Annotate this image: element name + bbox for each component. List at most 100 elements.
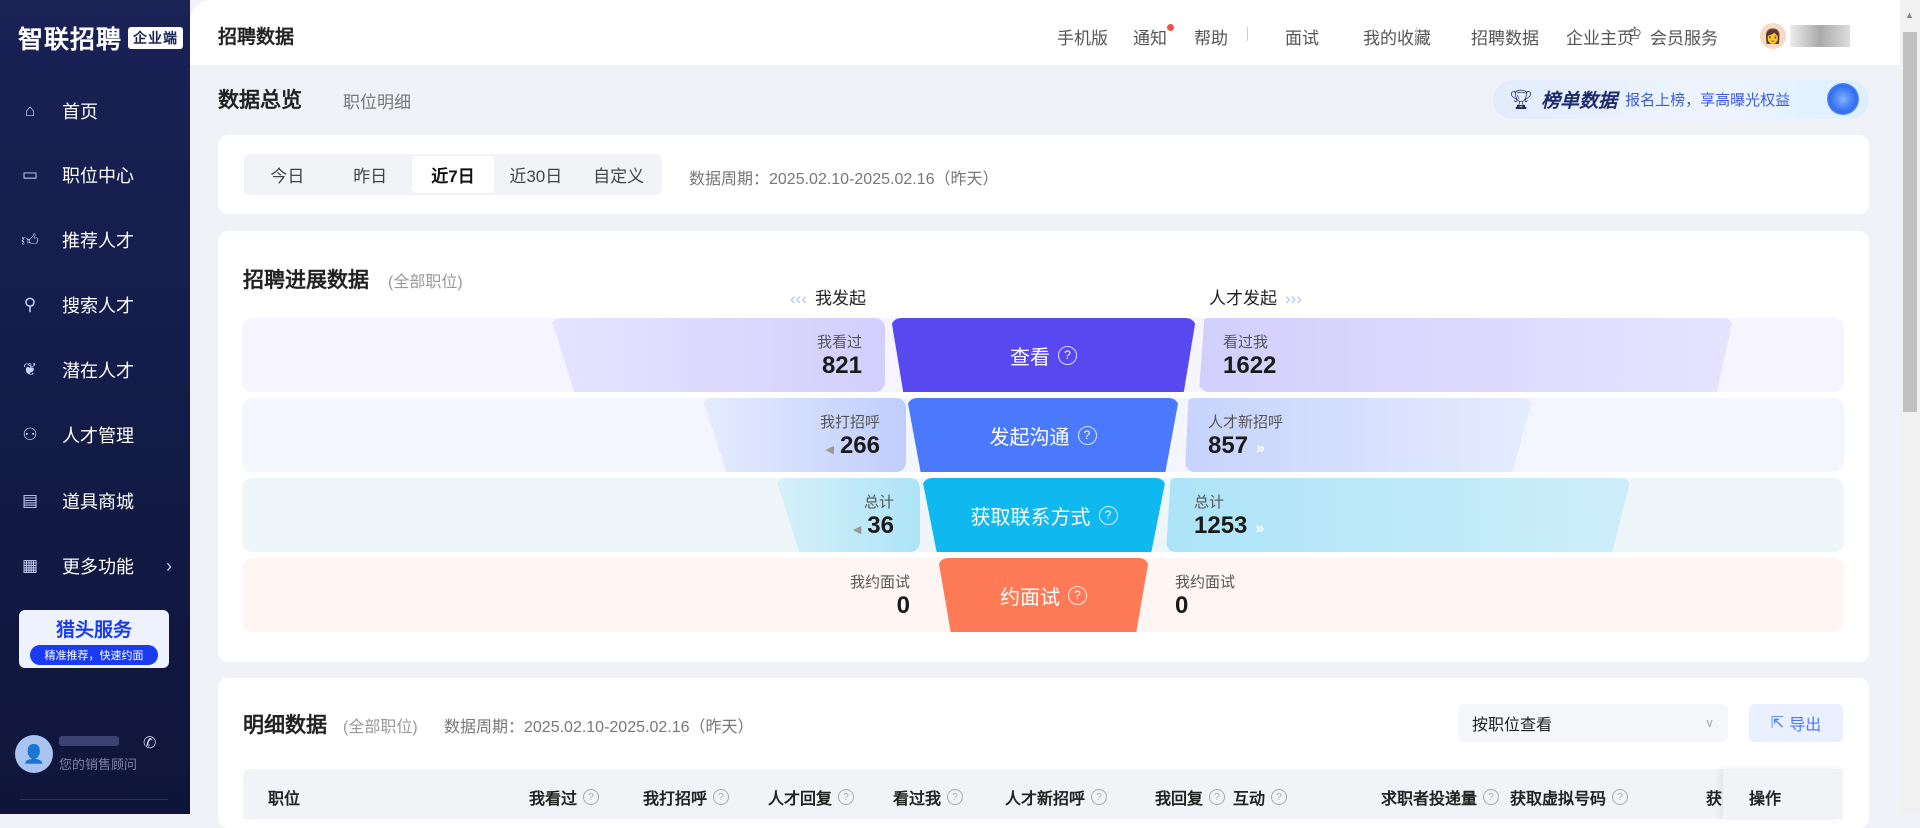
sidebar: 智联招聘 企业端 ⌂ 首页 ▭ 职位中心 👍︎ 推荐人才 ⚲ 搜索人才 ❦ 潜在人才 ⚇ 人才…	[0, 0, 190, 814]
double-chevron-right-icon: »	[1256, 440, 1265, 457]
stat-label: 人才新招呼	[1208, 414, 1284, 431]
col-interaction: 互动?	[1233, 785, 1288, 809]
scroll-up-icon[interactable]: ▲	[1905, 10, 1914, 20]
help-icon[interactable]: ?	[1058, 345, 1077, 365]
scrollbar-thumb[interactable]	[1903, 32, 1917, 412]
sidebar-item-store[interactable]: ▤ 道具商城	[0, 479, 190, 523]
nav-mobile[interactable]: 手机版	[1057, 24, 1108, 49]
col-viewed-me: 看过我?	[893, 785, 964, 809]
fixed-column-shadow	[1723, 769, 1843, 819]
nav-help[interactable]: 帮助	[1194, 24, 1228, 49]
caret-left-icon: ◀	[852, 524, 862, 536]
nav-recruit-data[interactable]: 招聘数据	[1471, 24, 1539, 49]
stage-contact[interactable]: 获取联系方式?	[922, 478, 1166, 552]
stage-label: 发起沟通	[989, 426, 1070, 449]
right-stat-chat[interactable]: 人才新招呼 857 »	[1208, 411, 1283, 460]
help-icon[interactable]: ?	[1271, 789, 1288, 805]
nav-interview[interactable]: 面试	[1285, 24, 1319, 49]
sidebar-item-more[interactable]: ▦ 更多功能 ›	[0, 544, 190, 588]
left-stat-view[interactable]: 我看过 821	[817, 331, 862, 380]
help-icon[interactable]: ?	[1077, 425, 1097, 445]
left-stat-contact[interactable]: 总计 ◀ 36	[853, 491, 894, 540]
help-icon[interactable]: ?	[947, 789, 964, 805]
tab-today[interactable]: 今日	[246, 156, 329, 193]
export-button[interactable]: ⇱ 导出	[1749, 704, 1843, 742]
col-label: 人才回复	[768, 791, 833, 808]
store-icon: ▤	[21, 491, 39, 510]
nav-notifications[interactable]: 通知	[1133, 24, 1167, 49]
headhunter-promo[interactable]: 猎头服务 精准推荐，快速约面	[19, 610, 169, 668]
sidebar-item-jobs[interactable]: ▭ 职位中心	[0, 153, 190, 197]
right-stat-contact[interactable]: 总计 1253 »	[1194, 491, 1264, 540]
tab-custom[interactable]: 自定义	[577, 156, 660, 193]
nav-company-home[interactable]: 企业主页	[1566, 24, 1634, 49]
users-icon: ⚇	[22, 425, 38, 444]
col-my-reply: 我回复?	[1155, 785, 1226, 809]
advisor-name-blurred	[59, 735, 119, 746]
right-stat-interview[interactable]: 我约面试 0	[1175, 571, 1235, 620]
phone-icon[interactable]: ✆	[143, 733, 156, 753]
scrollbar[interactable]: ▲	[1900, 0, 1920, 814]
sidebar-item-label: 潜在人才	[62, 361, 134, 381]
sidebar-item-search[interactable]: ⚲ 搜索人才	[0, 283, 190, 327]
help-icon[interactable]: ?	[1483, 789, 1500, 805]
sidebar-item-home[interactable]: ⌂ 首页	[0, 89, 190, 133]
sidebar-item-label: 首页	[62, 102, 98, 122]
stage-view[interactable]: 查看?	[891, 318, 1196, 392]
trophy-icon: 🏆︎	[1509, 89, 1534, 111]
detail-title: 明细数据	[243, 714, 327, 737]
advisor-avatar: 👤	[15, 735, 53, 773]
stat-label: 我约面试	[849, 574, 910, 591]
help-icon[interactable]: ?	[838, 789, 855, 805]
data-period: 数据周期：2025.02.10-2025.02.16（昨天）	[689, 171, 999, 188]
stat-value: 0	[896, 592, 910, 619]
tab-yesterday[interactable]: 昨日	[329, 156, 412, 193]
tab-job-detail[interactable]: 职位明细	[343, 88, 411, 113]
sprout-icon: ❦	[22, 360, 38, 379]
help-icon[interactable]: ?	[583, 789, 600, 805]
stage-interview[interactable]: 约面试?	[938, 558, 1149, 632]
sidebar-item-recommend[interactable]: 👍︎ 推荐人才	[0, 218, 190, 262]
ranking-banner[interactable]: 🏆︎ 榜单数据 报名上榜，享高曝光权益	[1493, 80, 1869, 119]
help-icon[interactable]: ?	[713, 789, 730, 805]
sidebar-item-talent-manage[interactable]: ⚇ 人才管理	[0, 413, 190, 457]
nav-favorites[interactable]: 我的收藏	[1363, 24, 1431, 49]
left-stat-chat[interactable]: 我打招呼 ◀ 266	[820, 411, 880, 460]
stage-label: 约面试	[1000, 586, 1060, 609]
col-virtual-number: 获取虚拟号码?	[1510, 785, 1629, 809]
help-icon[interactable]: ?	[1091, 789, 1108, 805]
sales-advisor[interactable]: 👤 您的销售顾问 ✆	[15, 735, 156, 773]
right-head: 人才发起 ›››	[1209, 284, 1302, 309]
logo-text: 智联招聘	[18, 26, 123, 54]
help-icon[interactable]: ?	[1068, 585, 1087, 605]
stat-label: 我约面试	[1175, 574, 1236, 591]
tab-overview[interactable]: 数据总览	[218, 84, 302, 114]
user-avatar[interactable]: 👩	[1760, 23, 1786, 49]
right-stat-view[interactable]: 看过我 1622	[1223, 331, 1276, 380]
funnel-scope: (全部职位)	[388, 274, 463, 291]
caret-left-icon: ◀	[825, 444, 834, 456]
help-icon[interactable]: ?	[1098, 505, 1118, 525]
nav-membership[interactable]: 会员服务	[1650, 24, 1718, 49]
user-name-blurred[interactable]	[1790, 25, 1850, 47]
col-talent-new-greet: 人才新招呼?	[1005, 785, 1108, 809]
banner-title: 榜单数据	[1541, 91, 1618, 112]
help-icon[interactable]: ?	[1209, 789, 1226, 805]
view-by-select[interactable]: 按职位查看 ∨	[1458, 704, 1728, 742]
chevron-right-icon: ›	[166, 555, 172, 576]
stat-value: 0	[1175, 592, 1189, 619]
tab-7days[interactable]: 近7日	[411, 156, 495, 193]
help-icon[interactable]: ?	[1612, 789, 1629, 805]
stage-chat[interactable]: 发起沟通?	[907, 398, 1179, 472]
stat-label: 看过我	[1223, 334, 1269, 351]
banner-graphic	[1827, 83, 1859, 115]
divider	[1247, 27, 1248, 41]
tab-30days[interactable]: 近30日	[494, 156, 577, 193]
left-stat-interview[interactable]: 我约面试 0	[850, 571, 910, 620]
chevrons-right-icon: ›››	[1285, 289, 1302, 308]
sidebar-item-potential[interactable]: ❦ 潜在人才	[0, 348, 190, 392]
col-i-viewed: 我看过?	[529, 785, 600, 809]
col-label: 我回复	[1155, 791, 1204, 808]
logo[interactable]: 智联招聘 企业端	[18, 20, 184, 56]
left-bar-contact	[776, 478, 920, 552]
